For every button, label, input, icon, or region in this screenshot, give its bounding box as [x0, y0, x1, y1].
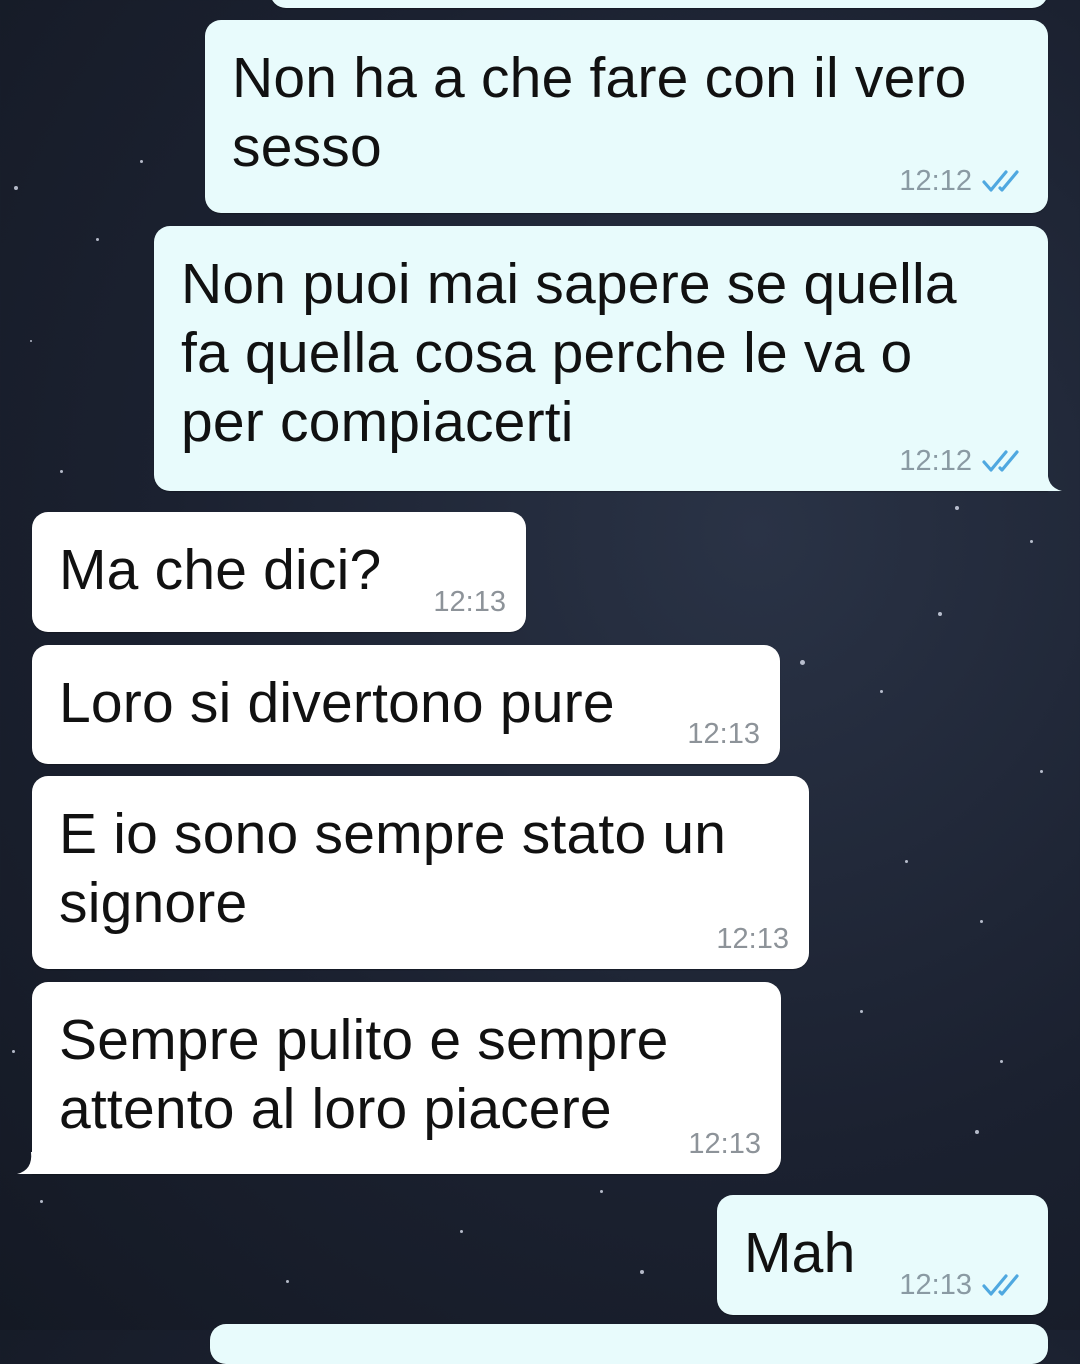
message-meta: 12:13 [899, 1269, 1026, 1301]
message-time: 12:13 [688, 1128, 761, 1160]
message-text: Loro si divertono pure [59, 671, 615, 735]
bubble-tail [17, 1152, 45, 1174]
double-check-icon [982, 450, 1019, 472]
message-time: 12:13 [899, 1269, 972, 1301]
message-meta: 12:13 [433, 586, 506, 618]
message-meta: 12:13 [716, 923, 789, 955]
message-bubble-partial-bottom [210, 1324, 1048, 1364]
incoming-message[interactable]: E io sono sempre stato un signore 12:13 [32, 776, 809, 969]
message-meta: 12:12 [899, 445, 1026, 477]
outgoing-message[interactable]: Non ha a che fare con il vero sesso 12:1… [205, 20, 1048, 213]
double-check-icon [982, 1274, 1019, 1296]
message-text: Non ha a che fare con il vero sesso [232, 46, 967, 179]
message-time: 12:13 [687, 718, 760, 750]
message-time: 12:12 [899, 165, 972, 197]
incoming-message[interactable]: Sempre pulito e sempre attento al loro p… [17, 982, 781, 1174]
message-text: Mah [744, 1221, 856, 1285]
message-time: 12:12 [899, 445, 972, 477]
message-bubble-partial-top [270, 0, 1048, 8]
message-text: Sempre pulito e sempre attento al loro p… [59, 1008, 669, 1141]
message-text: E io sono sempre stato un signore [59, 802, 727, 935]
message-time: 12:13 [716, 923, 789, 955]
message-text: Non puoi mai sapere se quella fa quella … [181, 252, 957, 454]
message-meta: 12:12 [899, 165, 1026, 197]
message-meta: 12:13 [687, 718, 760, 750]
incoming-message[interactable]: Loro si divertono pure 12:13 [32, 645, 780, 764]
bubble-tail [1034, 469, 1062, 491]
incoming-message[interactable]: Ma che dici? 12:13 [32, 512, 526, 632]
message-time: 12:13 [433, 586, 506, 618]
message-text: Ma che dici? [59, 538, 382, 602]
outgoing-message[interactable]: Mah 12:13 [717, 1195, 1048, 1315]
message-meta: 12:13 [688, 1128, 761, 1160]
outgoing-message[interactable]: Non puoi mai sapere se quella fa quella … [154, 226, 1062, 491]
double-check-icon [982, 170, 1019, 192]
